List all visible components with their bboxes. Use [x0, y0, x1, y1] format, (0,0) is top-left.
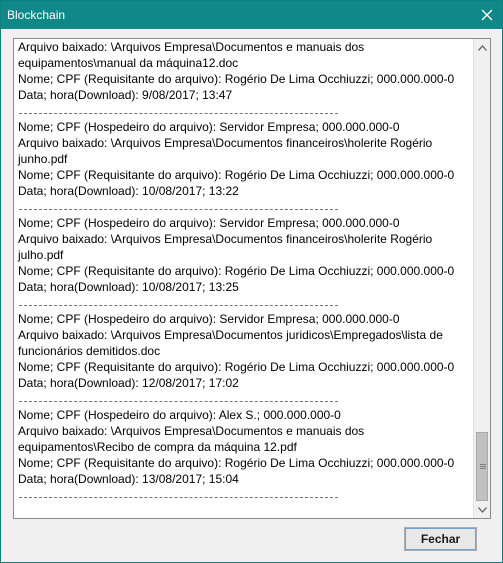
title-bar[interactable]: Blockchain [1, 1, 502, 29]
log-line: Nome; CPF (Requisitante do arquivo): Rog… [18, 264, 455, 278]
window-close-button[interactable] [472, 1, 502, 29]
log-content: Arquivo baixado: \Arquivos Empresa\Docum… [18, 39, 475, 503]
close-icon [481, 9, 493, 21]
log-viewport[interactable]: Arquivo baixado: \Arquivos Empresa\Docum… [14, 39, 475, 518]
separator-line [18, 295, 475, 311]
log-line: Data; hora(Download): 9/08/2017; 13:47 [18, 88, 233, 102]
scroll-up-arrow-icon[interactable] [474, 39, 490, 56]
separator-line [18, 391, 475, 407]
separator-line [18, 103, 475, 119]
log-line: equipamentos\manual da máquina12.doc [18, 56, 239, 70]
log-line: Nome; CPF (Requisitante do arquivo): Rog… [18, 72, 455, 86]
fechar-button[interactable]: Fechar [404, 527, 477, 551]
log-line: Arquivo baixado: \Arquivos Empresa\Docum… [18, 232, 433, 246]
log-line: Nome; CPF (Hospedeiro do arquivo): Servi… [18, 312, 400, 326]
log-line: equipamentos\Recibo de compra da máquina… [18, 440, 297, 454]
log-line: Data; hora(Download): 10/08/2017; 13:22 [18, 184, 239, 198]
log-line: Nome; CPF (Requisitante do arquivo): Rog… [18, 456, 455, 470]
log-line: funcionários demitidos.doc [18, 344, 161, 358]
separator-line [18, 199, 475, 215]
log-line: Nome; CPF (Hospedeiro do arquivo): Alex … [18, 408, 341, 422]
log-text-area[interactable]: Arquivo baixado: \Arquivos Empresa\Docum… [13, 38, 491, 519]
blockchain-dialog: Blockchain Arquivo baixado: \Arquivos Em… [0, 0, 503, 563]
scroll-thumb[interactable] [476, 432, 488, 501]
log-line: Nome; CPF (Hospedeiro do arquivo): Servi… [18, 120, 400, 134]
log-line: Nome; CPF (Requisitante do arquivo): Rog… [18, 168, 455, 182]
separator-line [18, 487, 475, 503]
vertical-scrollbar[interactable] [473, 39, 490, 518]
window-title: Blockchain [7, 8, 66, 22]
log-line: junho.pdf [18, 152, 68, 166]
log-line: Data; hora(Download): 10/08/2017; 13:25 [18, 280, 239, 294]
log-line: Data; hora(Download): 13/08/2017; 15:04 [18, 472, 239, 486]
log-line: Arquivo baixado: \Arquivos Empresa\Docum… [18, 328, 443, 342]
log-line: Arquivo baixado: \Arquivos Empresa\Docum… [18, 40, 365, 54]
log-line: Nome; CPF (Requisitante do arquivo): Rog… [18, 360, 455, 374]
scroll-down-arrow-icon[interactable] [474, 501, 490, 518]
log-line: Data; hora(Download): 12/08/2017; 17:02 [18, 376, 239, 390]
log-line: Nome; CPF (Hospedeiro do arquivo): Servi… [18, 216, 400, 230]
log-line: Arquivo baixado: \Arquivos Empresa\Docum… [18, 136, 433, 150]
log-line: Arquivo baixado: \Arquivos Empresa\Docum… [18, 424, 365, 438]
log-line: julho.pdf [18, 248, 64, 262]
